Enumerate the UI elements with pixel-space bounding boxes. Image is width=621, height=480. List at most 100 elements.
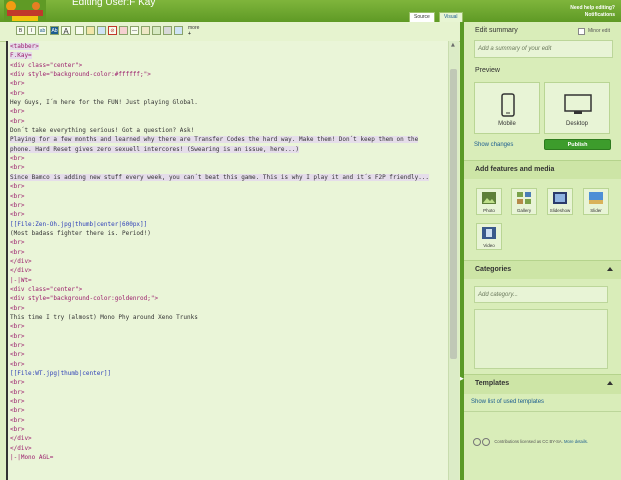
slider-icon xyxy=(589,192,603,204)
code-line: <div style="background-color:goldenrod;"… xyxy=(10,295,159,303)
add-photo-button[interactable]: Photo xyxy=(476,188,502,215)
editor-scrollbar[interactable]: ▲ xyxy=(448,41,459,480)
code-line: Hey Guys, I´m here for the FUN! Just pla… xyxy=(10,99,198,107)
features-section-header[interactable]: Add features and media xyxy=(464,160,621,179)
edit-sidebar: Edit summary Minor edit Add a summary of… xyxy=(464,22,621,480)
minor-edit-checkbox[interactable] xyxy=(578,28,585,35)
code-line: <br> xyxy=(10,360,25,368)
divider xyxy=(464,411,621,412)
tab-visual[interactable]: Visual xyxy=(439,12,463,22)
save-icon[interactable] xyxy=(174,26,183,35)
page-title: Editing User:F Kay xyxy=(72,0,156,8)
categories-list xyxy=(474,309,608,369)
desktop-icon xyxy=(564,94,592,114)
code-line: [[File:WT.jpg|thumb|center]] xyxy=(10,370,112,378)
edit-summary-label: Edit summary xyxy=(475,27,518,34)
preview-desktop-button[interactable]: Desktop xyxy=(544,82,610,134)
heading-button[interactable] xyxy=(75,26,84,35)
add-video-button[interactable]: Video xyxy=(476,223,502,250)
code-line: <br> xyxy=(10,426,25,434)
help-links[interactable]: Need help editing? Notifications xyxy=(570,5,615,19)
external-link-button[interactable]: Ab xyxy=(50,26,59,35)
link-button[interactable]: ab xyxy=(38,26,47,35)
code-line: Don´t take everything serious! Got a que… xyxy=(10,127,195,135)
code-line: <br> xyxy=(10,323,25,331)
signature-icon[interactable] xyxy=(86,26,95,35)
show-templates-link[interactable]: Show list of used templates xyxy=(471,399,544,405)
help-editing-link[interactable]: Need help editing? xyxy=(570,5,615,12)
bold-button[interactable]: B xyxy=(16,26,25,35)
code-line: <br> xyxy=(10,164,25,172)
code-line: <br> xyxy=(10,192,25,200)
edit-summary-input[interactable]: Add a summary of your edit xyxy=(474,40,613,58)
top-bar: Editing User:F Kay Need help editing? No… xyxy=(0,0,621,22)
image-icon[interactable] xyxy=(97,26,106,35)
tab-source[interactable]: Source xyxy=(409,12,435,22)
minor-edit-label: Minor edit xyxy=(588,28,610,34)
code-line: <br> xyxy=(10,398,25,406)
code-line: <br> xyxy=(10,80,25,88)
code-line: |-|Wt= xyxy=(10,276,32,284)
video-icon xyxy=(482,227,496,239)
scroll-up-icon[interactable]: ▲ xyxy=(451,43,455,48)
editor-toolbar: B I ab Ab A ⊘ — more + Source Visual xyxy=(0,12,464,42)
scrollbar-thumb[interactable] xyxy=(450,69,457,359)
source-editor[interactable]: <tabber> F.Kay= <div class="center"> <di… xyxy=(6,41,449,480)
more-button[interactable]: more + xyxy=(188,25,199,37)
mobile-icon xyxy=(501,93,515,117)
license-more-link[interactable]: More details. xyxy=(564,439,588,444)
nowiki-icon[interactable]: ⊘ xyxy=(108,26,117,35)
code-line: <br> xyxy=(10,117,25,125)
code-line: <div class="center"> xyxy=(10,61,83,69)
collapse-caret-icon xyxy=(607,381,613,385)
wiki-logo[interactable] xyxy=(4,0,46,22)
code-line: F.Kay= xyxy=(10,52,32,60)
code-line: <br> xyxy=(10,248,25,256)
code-line: <br> xyxy=(10,416,25,424)
code-line: <div style="background-color:#ffffff;"> xyxy=(10,71,151,79)
code-line: <br> xyxy=(10,201,25,209)
code-line: |-|Mono AGL= xyxy=(10,454,54,462)
code-line: </div> xyxy=(10,444,32,452)
code-line: <br> xyxy=(10,407,25,415)
code-line: <br> xyxy=(10,388,25,396)
add-slideshow-button[interactable]: Slideshow xyxy=(547,188,573,215)
add-gallery-button[interactable]: Gallery xyxy=(511,188,537,215)
font-size-button[interactable]: A xyxy=(61,26,71,36)
template-icon[interactable] xyxy=(163,26,172,35)
code-line: <br> xyxy=(10,379,25,387)
strike-icon[interactable] xyxy=(119,26,128,35)
show-changes-link[interactable]: Show changes xyxy=(474,142,513,148)
code-line: <br> xyxy=(10,342,25,349)
templates-section-header[interactable]: Templates xyxy=(464,374,621,394)
add-category-input[interactable]: Add category... xyxy=(474,286,608,303)
code-line: (Most badass fighter there is. Period!) xyxy=(10,229,151,237)
preview-label: Preview xyxy=(475,67,500,74)
code-line: <br> xyxy=(10,351,25,359)
categories-section-header[interactable]: Categories xyxy=(464,260,621,279)
code-line: <br> xyxy=(10,239,25,247)
notifications-link[interactable]: Notifications xyxy=(570,12,615,19)
cc-icon xyxy=(473,438,481,446)
collapse-caret-icon xyxy=(607,267,613,271)
code-line: <br> xyxy=(10,155,25,163)
source-text[interactable]: <tabber> F.Kay= <div class="center"> <di… xyxy=(8,41,449,462)
publish-button[interactable]: Publish xyxy=(544,139,611,150)
preview-mobile-button[interactable]: Mobile xyxy=(474,82,540,134)
add-slider-button[interactable]: Slider xyxy=(583,188,609,215)
license-footer: Contributions licensed as CC BY-SA. More… xyxy=(473,438,613,446)
code-line: <br> xyxy=(10,211,25,219)
code-line: <br> xyxy=(10,89,25,97)
code-line: </div> xyxy=(10,435,32,443)
by-icon xyxy=(482,438,491,446)
line-icon[interactable]: — xyxy=(130,26,139,35)
code-line: <tabber> xyxy=(10,43,39,50)
gallery-icon[interactable] xyxy=(152,26,161,35)
code-line: phone. Hard Reset gives zero sexuell int… xyxy=(10,145,299,153)
table-icon[interactable] xyxy=(141,26,150,35)
code-line: </div> xyxy=(10,267,32,275)
code-line: <br> xyxy=(10,332,25,340)
code-line: [[File:Zen-Oh.jpg|thumb|center|600px]] xyxy=(10,220,148,228)
italic-button[interactable]: I xyxy=(27,26,36,35)
code-line: </div> xyxy=(10,257,32,265)
